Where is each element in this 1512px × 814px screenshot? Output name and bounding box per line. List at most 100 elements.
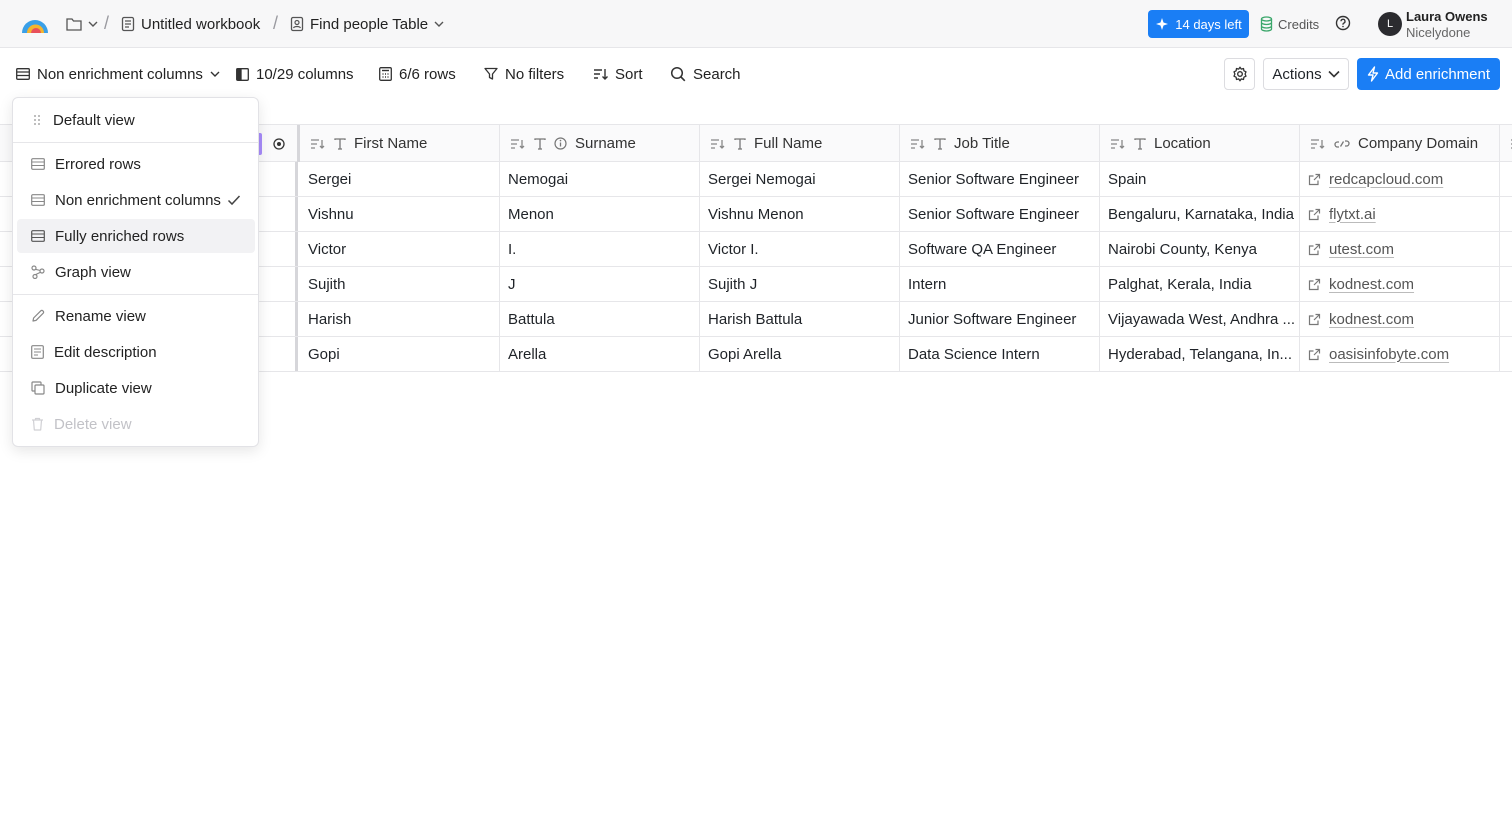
- menu-item-graph-view[interactable]: Graph view: [17, 255, 255, 289]
- app-logo[interactable]: [20, 11, 50, 35]
- cell-surname[interactable]: Menon: [500, 197, 700, 231]
- cell-title[interactable]: Data Science Intern: [900, 337, 1100, 371]
- cell-title[interactable]: Software QA Engineer: [900, 232, 1100, 266]
- trial-label: 14 days left: [1175, 16, 1242, 32]
- external-link-icon[interactable]: [1308, 313, 1321, 326]
- view-selector-button[interactable]: Non enrichment columns: [16, 48, 220, 100]
- trial-badge-button[interactable]: 14 days left: [1148, 10, 1249, 38]
- cell-text: Intern: [908, 275, 947, 293]
- menu-item-rename-view[interactable]: Rename view: [17, 299, 255, 333]
- external-link-icon[interactable]: [1308, 208, 1321, 221]
- cell-first[interactable]: Sergei: [300, 162, 500, 196]
- menu-item-default-view[interactable]: Default view: [17, 103, 255, 137]
- cell-location[interactable]: Palghat, Kerala, India: [1100, 267, 1300, 301]
- credits-button[interactable]: Credits: [1260, 0, 1319, 48]
- external-link-icon[interactable]: [1308, 348, 1321, 361]
- cell-domain[interactable]: flytxt.ai: [1300, 197, 1500, 231]
- cell-title[interactable]: Junior Software Engineer: [900, 302, 1100, 336]
- help-icon[interactable]: [1335, 15, 1351, 31]
- company-domain-link[interactable]: utest.com: [1329, 241, 1394, 258]
- cell-full[interactable]: Harish Battula: [700, 302, 900, 336]
- column-header-label: Surname: [575, 135, 636, 152]
- external-link-icon[interactable]: [1308, 243, 1321, 256]
- avatar[interactable]: L: [1378, 12, 1402, 36]
- breadcrumb-workbook[interactable]: Untitled workbook: [121, 0, 260, 48]
- calculator-icon: [379, 67, 392, 81]
- column-header-title[interactable]: Job Title: [900, 125, 1100, 162]
- cell-surname[interactable]: I.: [500, 232, 700, 266]
- target-icon: [272, 137, 285, 150]
- menu-item-fully-enriched-rows[interactable]: Fully enriched rows: [17, 219, 255, 253]
- search-icon: [670, 66, 686, 82]
- table-settings-button[interactable]: [1224, 58, 1255, 90]
- text-type-icon: [734, 137, 746, 150]
- company-domain-link[interactable]: oasisinfobyte.com: [1329, 346, 1449, 363]
- cell-domain[interactable]: kodnest.com: [1300, 267, 1500, 301]
- table-icon: [31, 230, 45, 242]
- column-header-location[interactable]: Location: [1100, 125, 1300, 162]
- company-domain-link[interactable]: flytxt.ai: [1329, 206, 1376, 223]
- cell-surname[interactable]: J: [500, 267, 700, 301]
- cell-surname[interactable]: Nemogai: [500, 162, 700, 196]
- column-header-label: First Name: [354, 135, 428, 152]
- columns-button[interactable]: 10/29 columns: [236, 48, 354, 100]
- cell-location[interactable]: Vijayawada West, Andhra ...: [1100, 302, 1300, 336]
- cell-full[interactable]: Sujith J: [700, 267, 900, 301]
- cell-surname[interactable]: Arella: [500, 337, 700, 371]
- cell-location[interactable]: Bengaluru, Karnataka, India: [1100, 197, 1300, 231]
- cell-title[interactable]: Senior Software Engineer: [900, 162, 1100, 196]
- cell-domain[interactable]: kodnest.com: [1300, 302, 1500, 336]
- document-icon: [121, 16, 135, 32]
- cell-first[interactable]: Vishnu: [300, 197, 500, 231]
- cell-domain[interactable]: oasisinfobyte.com: [1300, 337, 1500, 371]
- cell-first[interactable]: Victor: [300, 232, 500, 266]
- cell-text: Bengaluru, Karnataka, India: [1108, 205, 1294, 223]
- add-column-button[interactable]: [260, 125, 300, 162]
- company-domain-link[interactable]: kodnest.com: [1329, 276, 1414, 293]
- cell-domain[interactable]: utest.com: [1300, 232, 1500, 266]
- breadcrumb-table[interactable]: Find people Table: [290, 0, 444, 48]
- text-type-icon: [1134, 137, 1146, 150]
- menu-item-errored-rows[interactable]: Errored rows: [17, 147, 255, 181]
- column-header-full[interactable]: Full Name: [700, 125, 900, 162]
- company-domain-link[interactable]: redcapcloud.com: [1329, 171, 1443, 188]
- cell-first[interactable]: Harish: [300, 302, 500, 336]
- column-header-domain[interactable]: Company Domain: [1300, 125, 1500, 162]
- menu-item-non-enrichment-columns[interactable]: Non enrichment columns: [17, 183, 255, 217]
- external-link-icon[interactable]: [1308, 173, 1321, 186]
- menu-item-duplicate-view[interactable]: Duplicate view: [17, 371, 255, 405]
- menu-item-edit-description[interactable]: Edit description: [17, 335, 255, 369]
- folder-menu-button[interactable]: [66, 0, 98, 48]
- cell-first[interactable]: Sujith: [300, 267, 500, 301]
- cell-text: Junior Software Engineer: [908, 310, 1077, 328]
- external-link-icon[interactable]: [1308, 278, 1321, 291]
- cell-full[interactable]: Gopi Arella: [700, 337, 900, 371]
- cell-domain[interactable]: redcapcloud.com: [1300, 162, 1500, 196]
- row-stub-cell: [258, 337, 298, 371]
- row-stub-cell: [258, 267, 298, 301]
- company-domain-link[interactable]: kodnest.com: [1329, 311, 1414, 328]
- search-button[interactable]: Search: [670, 48, 741, 100]
- add-enrichment-button[interactable]: Add enrichment: [1357, 58, 1500, 90]
- chevron-down-icon: [1328, 70, 1340, 78]
- cell-full[interactable]: Victor I.: [700, 232, 900, 266]
- cell-surname[interactable]: Battula: [500, 302, 700, 336]
- actions-button[interactable]: Actions: [1263, 58, 1349, 90]
- column-header-first[interactable]: First Name: [300, 125, 500, 162]
- sort-button[interactable]: Sort: [593, 48, 643, 100]
- filters-button[interactable]: No filters: [484, 48, 564, 100]
- cell-location[interactable]: Spain: [1100, 162, 1300, 196]
- cell-title[interactable]: Intern: [900, 267, 1100, 301]
- cell-full[interactable]: Vishnu Menon: [700, 197, 900, 231]
- top-bar: / Untitled workbook / Find people Table …: [0, 0, 1512, 48]
- cell-title[interactable]: Senior Software Engineer: [900, 197, 1100, 231]
- cell-full[interactable]: Sergei Nemogai: [700, 162, 900, 196]
- breadcrumb-separator: /: [273, 13, 279, 33]
- column-header-partial[interactable]: [1500, 125, 1512, 162]
- cell-location[interactable]: Hyderabad, Telangana, In...: [1100, 337, 1300, 371]
- menu-item-label: Fully enriched rows: [55, 227, 185, 245]
- cell-first[interactable]: Gopi: [300, 337, 500, 371]
- rows-button[interactable]: 6/6 rows: [379, 48, 456, 100]
- cell-location[interactable]: Nairobi County, Kenya: [1100, 232, 1300, 266]
- column-header-surname[interactable]: Surname: [500, 125, 700, 162]
